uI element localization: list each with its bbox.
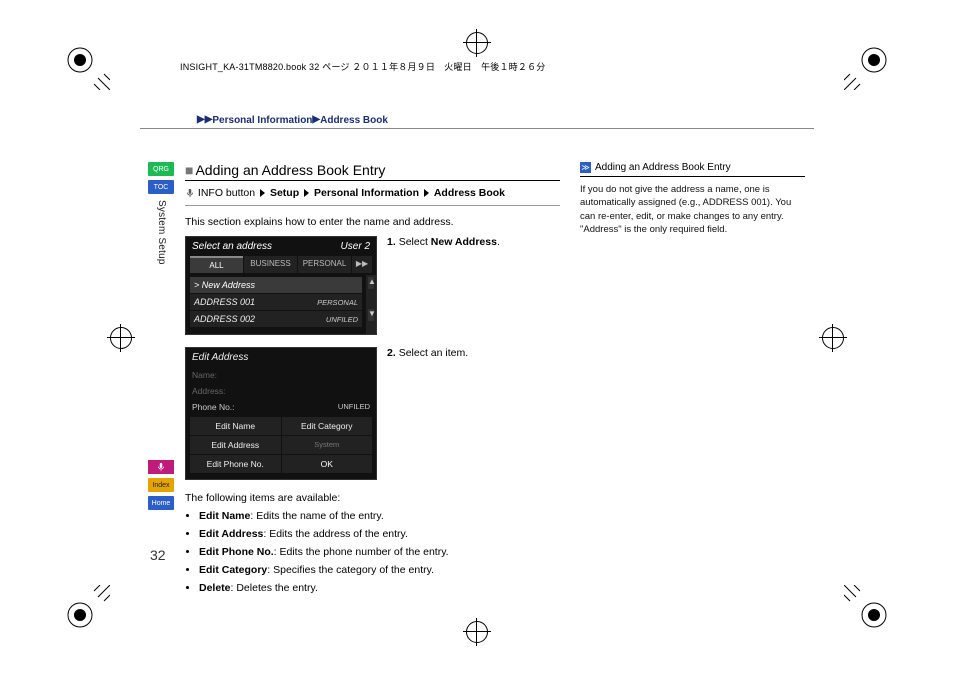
shot-cell-edit-address: Edit Address (190, 436, 281, 454)
available-intro: The following items are available: (185, 492, 560, 504)
list-item: Edit Phone No.: Edits the phone number o… (199, 546, 560, 558)
info-icon (185, 188, 195, 198)
section-title: ■Adding an Address Book Entry (185, 162, 560, 181)
note-body: If you do not give the address a name, o… (580, 183, 805, 236)
tab-index[interactable]: Index (148, 478, 174, 492)
shot-cell-edit-phone: Edit Phone No. (190, 455, 281, 473)
intro-text: This section explains how to enter the n… (185, 216, 560, 228)
reg-mark-top (466, 32, 488, 54)
reg-mark-right (822, 327, 844, 349)
list-item: Edit Address: Edits the address of the e… (199, 528, 560, 540)
tab-qrg[interactable]: QRG (148, 162, 174, 176)
page-content: ■Adding an Address Book Entry INFO butto… (185, 162, 805, 600)
header-strip: INSIGHT_KA-31TM8820.book 32 ページ ２０１１年８月９… (180, 60, 546, 73)
shot-row-addr1: ADDRESS 001PERSONAL (190, 294, 362, 310)
shot-row-addr2: ADDRESS 002UNFILED (190, 311, 362, 327)
step-1: 1. Select New Address. (387, 236, 560, 248)
shot-tab-more: ▶▶ (352, 256, 372, 273)
crop-mark-br (844, 585, 894, 635)
tab-voice[interactable] (148, 460, 174, 474)
shot-cell-system: System (282, 436, 373, 454)
note-icon (580, 162, 591, 173)
reg-mark-bottom (466, 621, 488, 643)
side-tabs-top: QRG TOC System Setup (148, 162, 174, 265)
nav-path: INFO button Setup Personal Information A… (185, 187, 560, 199)
shot-row-new-address: > New Address (190, 277, 362, 293)
step-2: 2. Select an item. (387, 347, 560, 359)
crop-mark-tl (60, 40, 110, 90)
reg-mark-left (110, 327, 132, 349)
page-number: 32 (150, 547, 166, 563)
shot-tab-business: BUSINESS (244, 256, 297, 273)
side-section-label: System Setup (156, 200, 167, 265)
note-title: Adding an Address Book Entry (595, 162, 731, 173)
crop-mark-tr (844, 40, 894, 90)
shot-tab-all: ALL (190, 256, 243, 273)
shot-cell-ok: OK (282, 455, 373, 473)
crop-mark-bl (60, 585, 110, 635)
shot-tab-personal: PERSONAL (298, 256, 351, 273)
shot-cell-edit-name: Edit Name (190, 417, 281, 435)
sidebar-note: Adding an Address Book Entry If you do n… (580, 162, 805, 236)
shot-cell-edit-category: Edit Category (282, 417, 373, 435)
voice-icon (156, 462, 166, 472)
list-item: Delete: Deletes the entry. (199, 582, 560, 594)
side-tabs-bottom: Index Home (148, 460, 174, 514)
list-item: Edit Category: Specifies the category of… (199, 564, 560, 576)
screenshot-select-address: Select an addressUser 2 ALL BUSINESS PER… (185, 236, 377, 335)
list-item: Edit Name: Edits the name of the entry. (199, 510, 560, 522)
breadcrumb-underline (140, 128, 814, 129)
available-list: Edit Name: Edits the name of the entry. … (185, 510, 560, 594)
tab-toc[interactable]: TOC (148, 180, 174, 194)
screenshot-edit-address: Edit Address Name: Address: Phone No.:UN… (185, 347, 377, 480)
breadcrumb: ▶▶Personal Information▶Address Book (197, 115, 388, 126)
tab-home[interactable]: Home (148, 496, 174, 510)
shot-scrollbar: ▲ ▼ (366, 275, 376, 334)
